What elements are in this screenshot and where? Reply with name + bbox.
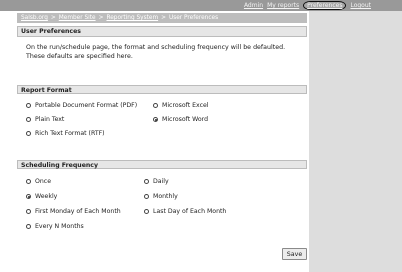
format-option-word[interactable]: Microsoft Word: [153, 116, 208, 123]
breadcrumb-current: User Preferences: [168, 15, 219, 21]
radio-daily[interactable]: [144, 179, 149, 184]
schedule-option-first-monday[interactable]: First Monday of Each Month: [26, 208, 121, 215]
radio-excel[interactable]: [153, 103, 158, 108]
schedule-option-label: Once: [35, 178, 52, 185]
radio-first-monday[interactable]: [26, 209, 31, 214]
breadcrumb-separator: >: [161, 15, 166, 21]
schedule-option-once[interactable]: Once: [26, 178, 51, 185]
format-option-label: Microsoft Excel: [162, 102, 209, 109]
radio-monthly[interactable]: [144, 194, 149, 199]
format-option-excel[interactable]: Microsoft Excel: [153, 102, 209, 109]
breadcrumb-link-member-site[interactable]: Member Site: [59, 15, 96, 21]
schedule-option-label: Weekly: [35, 193, 58, 200]
format-option-label: Plain Text: [35, 116, 65, 123]
format-option-rtf[interactable]: Rich Text Format (RTF): [26, 130, 105, 137]
schedule-option-label: Monthly: [153, 193, 178, 200]
nav-link-my-reports[interactable]: My reports: [267, 2, 299, 9]
radio-weekly[interactable]: [26, 194, 31, 199]
breadcrumb-link-reporting-system[interactable]: Reporting System: [106, 15, 158, 21]
radio-pdf[interactable]: [26, 103, 31, 108]
breadcrumb: Salsb.org > Member Site > Reporting Syst…: [17, 13, 307, 23]
breadcrumb-separator: >: [98, 15, 104, 21]
schedule-option-every-n-months[interactable]: Every N Months: [26, 223, 84, 230]
radio-last-day[interactable]: [144, 209, 149, 214]
format-option-pdf[interactable]: Portable Document Format (PDF): [26, 102, 137, 109]
user-preferences-description: On the run/schedule page, the format and…: [26, 44, 286, 61]
schedule-option-label: Daily: [153, 178, 169, 185]
radio-rtf[interactable]: [26, 131, 31, 136]
radio-every-n-months[interactable]: [26, 224, 31, 229]
nav-link-preferences[interactable]: Preferences: [303, 1, 347, 10]
schedule-option-label: Every N Months: [35, 223, 84, 230]
save-button[interactable]: Save: [282, 248, 307, 260]
format-option-label: Portable Document Format (PDF): [35, 102, 138, 109]
schedule-option-monthly[interactable]: Monthly: [144, 193, 178, 200]
top-nav: Admin My reports Preferences Logout: [244, 1, 371, 10]
schedule-option-label: First Monday of Each Month: [35, 208, 121, 215]
main-content: User Preferences On the run/schedule pag…: [17, 26, 307, 62]
radio-plain-text[interactable]: [26, 117, 31, 122]
report-format-heading: Report Format: [17, 85, 307, 94]
right-side-panel: [309, 11, 402, 272]
top-bar: Admin My reports Preferences Logout: [0, 0, 402, 11]
format-option-plain-text[interactable]: Plain Text: [26, 116, 64, 123]
radio-word[interactable]: [153, 117, 158, 122]
user-preferences-heading: User Preferences: [17, 26, 307, 37]
schedule-option-last-day[interactable]: Last Day of Each Month: [144, 208, 226, 215]
breadcrumb-separator: >: [50, 15, 56, 21]
schedule-option-weekly[interactable]: Weekly: [26, 193, 57, 200]
schedule-option-daily[interactable]: Daily: [144, 178, 169, 185]
radio-once[interactable]: [26, 179, 31, 184]
format-option-label: Rich Text Format (RTF): [35, 130, 105, 137]
breadcrumb-link-home[interactable]: Salsb.org: [21, 15, 48, 21]
scheduling-frequency-heading: Scheduling Frequency: [17, 160, 307, 169]
nav-link-logout[interactable]: Logout: [350, 2, 371, 9]
schedule-option-label: Last Day of Each Month: [153, 208, 227, 215]
nav-link-admin[interactable]: Admin: [244, 2, 263, 9]
format-option-label: Microsoft Word: [162, 116, 209, 123]
